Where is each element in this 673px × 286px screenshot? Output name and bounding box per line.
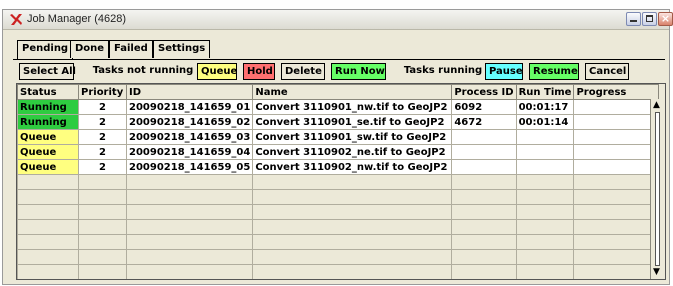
process-id-cell: 6092 bbox=[451, 99, 517, 115]
run-time-cell bbox=[515, 144, 575, 160]
cancel-button[interactable]: Cancel bbox=[585, 63, 629, 80]
progress-cell bbox=[573, 159, 660, 175]
toolbar: Select All Tasks not running Queue Hold … bbox=[3, 63, 671, 82]
table-header-row: Status Priority ID Name Process ID Run T… bbox=[17, 84, 660, 100]
scroll-track[interactable] bbox=[655, 112, 660, 266]
column-header-process-id[interactable]: Process ID bbox=[451, 84, 517, 100]
tab-failed[interactable]: Failed bbox=[109, 40, 153, 58]
table-row[interactable]: Running 2 20090218_141659_01 Convert 311… bbox=[17, 99, 660, 115]
process-id-cell bbox=[451, 159, 517, 175]
minimize-icon bbox=[630, 20, 637, 22]
title-bar[interactable]: Job Manager (4628) × bbox=[3, 10, 673, 30]
column-header-name[interactable]: Name bbox=[252, 84, 453, 100]
progress-cell bbox=[573, 99, 660, 115]
name-cell: Convert 3110902_ne.tif to GeoJP2 bbox=[252, 144, 453, 160]
column-header-id[interactable]: ID bbox=[125, 84, 254, 100]
run-time-cell: 00:01:17 bbox=[515, 99, 575, 115]
status-cell: Running bbox=[17, 114, 79, 130]
table-row[interactable]: Queue 2 20090218_141659_04 Convert 31109… bbox=[17, 144, 660, 160]
scroll-up-icon[interactable]: ▲ bbox=[653, 101, 660, 110]
status-cell: Queue bbox=[17, 129, 79, 145]
pause-button[interactable]: Pause bbox=[485, 63, 523, 80]
status-cell: Queue bbox=[17, 144, 79, 160]
empty-row bbox=[17, 234, 660, 250]
tab-pending[interactable]: Pending bbox=[17, 40, 74, 60]
column-header-priority[interactable]: Priority bbox=[78, 84, 127, 100]
table-row[interactable]: Running 2 20090218_141659_02 Convert 311… bbox=[17, 114, 660, 130]
id-cell: 20090218_141659_04 bbox=[125, 144, 254, 160]
run-time-cell: 00:01:14 bbox=[515, 114, 575, 130]
tab-done[interactable]: Done bbox=[70, 40, 110, 58]
minimize-button[interactable] bbox=[626, 12, 641, 26]
empty-row bbox=[17, 174, 660, 190]
vertical-scrollbar[interactable]: ▲ ▼ bbox=[650, 99, 665, 279]
priority-cell: 2 bbox=[78, 99, 127, 115]
column-header-run-time[interactable]: Run Time bbox=[515, 84, 575, 100]
id-cell: 20090218_141659_02 bbox=[125, 114, 254, 130]
id-cell: 20090218_141659_03 bbox=[125, 129, 254, 145]
close-button[interactable]: × bbox=[658, 12, 673, 26]
jobs-table: Status Priority ID Name Process ID Run T… bbox=[16, 83, 666, 280]
column-header-progress[interactable]: Progress bbox=[573, 84, 660, 100]
job-manager-window: Job Manager (4628) × Pending Done Failed… bbox=[2, 9, 673, 285]
empty-row bbox=[17, 189, 660, 205]
priority-cell: 2 bbox=[78, 114, 127, 130]
hold-button[interactable]: Hold bbox=[243, 63, 275, 80]
table-row[interactable]: Queue 2 20090218_141659_03 Convert 31109… bbox=[17, 129, 660, 145]
column-header-status[interactable]: Status bbox=[17, 84, 79, 100]
progress-cell bbox=[573, 129, 660, 145]
process-id-cell: 4672 bbox=[451, 114, 517, 130]
app-icon bbox=[10, 14, 22, 25]
priority-cell: 2 bbox=[78, 159, 127, 175]
close-icon: × bbox=[660, 12, 671, 25]
run-now-button[interactable]: Run Now bbox=[331, 63, 386, 80]
delete-button[interactable]: Delete bbox=[281, 63, 325, 80]
status-cell: Queue bbox=[17, 159, 79, 175]
select-all-button[interactable]: Select All bbox=[19, 63, 76, 80]
tasks-not-running-label: Tasks not running bbox=[92, 65, 194, 76]
process-id-cell bbox=[451, 129, 517, 145]
empty-row bbox=[17, 204, 660, 220]
tab-divider bbox=[13, 59, 665, 60]
maximize-icon bbox=[646, 15, 653, 22]
scroll-down-icon[interactable]: ▼ bbox=[653, 268, 660, 277]
priority-cell: 2 bbox=[78, 129, 127, 145]
process-id-cell bbox=[451, 144, 517, 160]
table-row[interactable]: Queue 2 20090218_141659_05 Convert 31109… bbox=[17, 159, 660, 175]
maximize-button[interactable] bbox=[642, 12, 657, 26]
queue-button[interactable]: Queue bbox=[197, 63, 237, 80]
run-time-cell bbox=[515, 129, 575, 145]
name-cell: Convert 3110901_sw.tif to GeoJP2 bbox=[252, 129, 453, 145]
priority-cell: 2 bbox=[78, 144, 127, 160]
id-cell: 20090218_141659_05 bbox=[125, 159, 254, 175]
id-cell: 20090218_141659_01 bbox=[125, 99, 254, 115]
status-cell: Running bbox=[17, 99, 79, 115]
empty-row bbox=[17, 249, 660, 265]
progress-cell bbox=[573, 114, 660, 130]
progress-cell bbox=[573, 144, 660, 160]
run-time-cell bbox=[515, 159, 575, 175]
name-cell: Convert 3110901_nw.tif to GeoJP2 bbox=[252, 99, 453, 115]
name-cell: Convert 3110901_se.tif to GeoJP2 bbox=[252, 114, 453, 130]
tab-settings[interactable]: Settings bbox=[153, 40, 211, 58]
window-title: Job Manager (4628) bbox=[27, 13, 127, 25]
resume-button[interactable]: Resume bbox=[529, 63, 579, 80]
empty-row bbox=[17, 264, 660, 279]
empty-row bbox=[17, 219, 660, 235]
name-cell: Convert 3110902_nw.tif to GeoJP2 bbox=[252, 159, 453, 175]
tasks-running-label: Tasks running bbox=[403, 65, 483, 76]
